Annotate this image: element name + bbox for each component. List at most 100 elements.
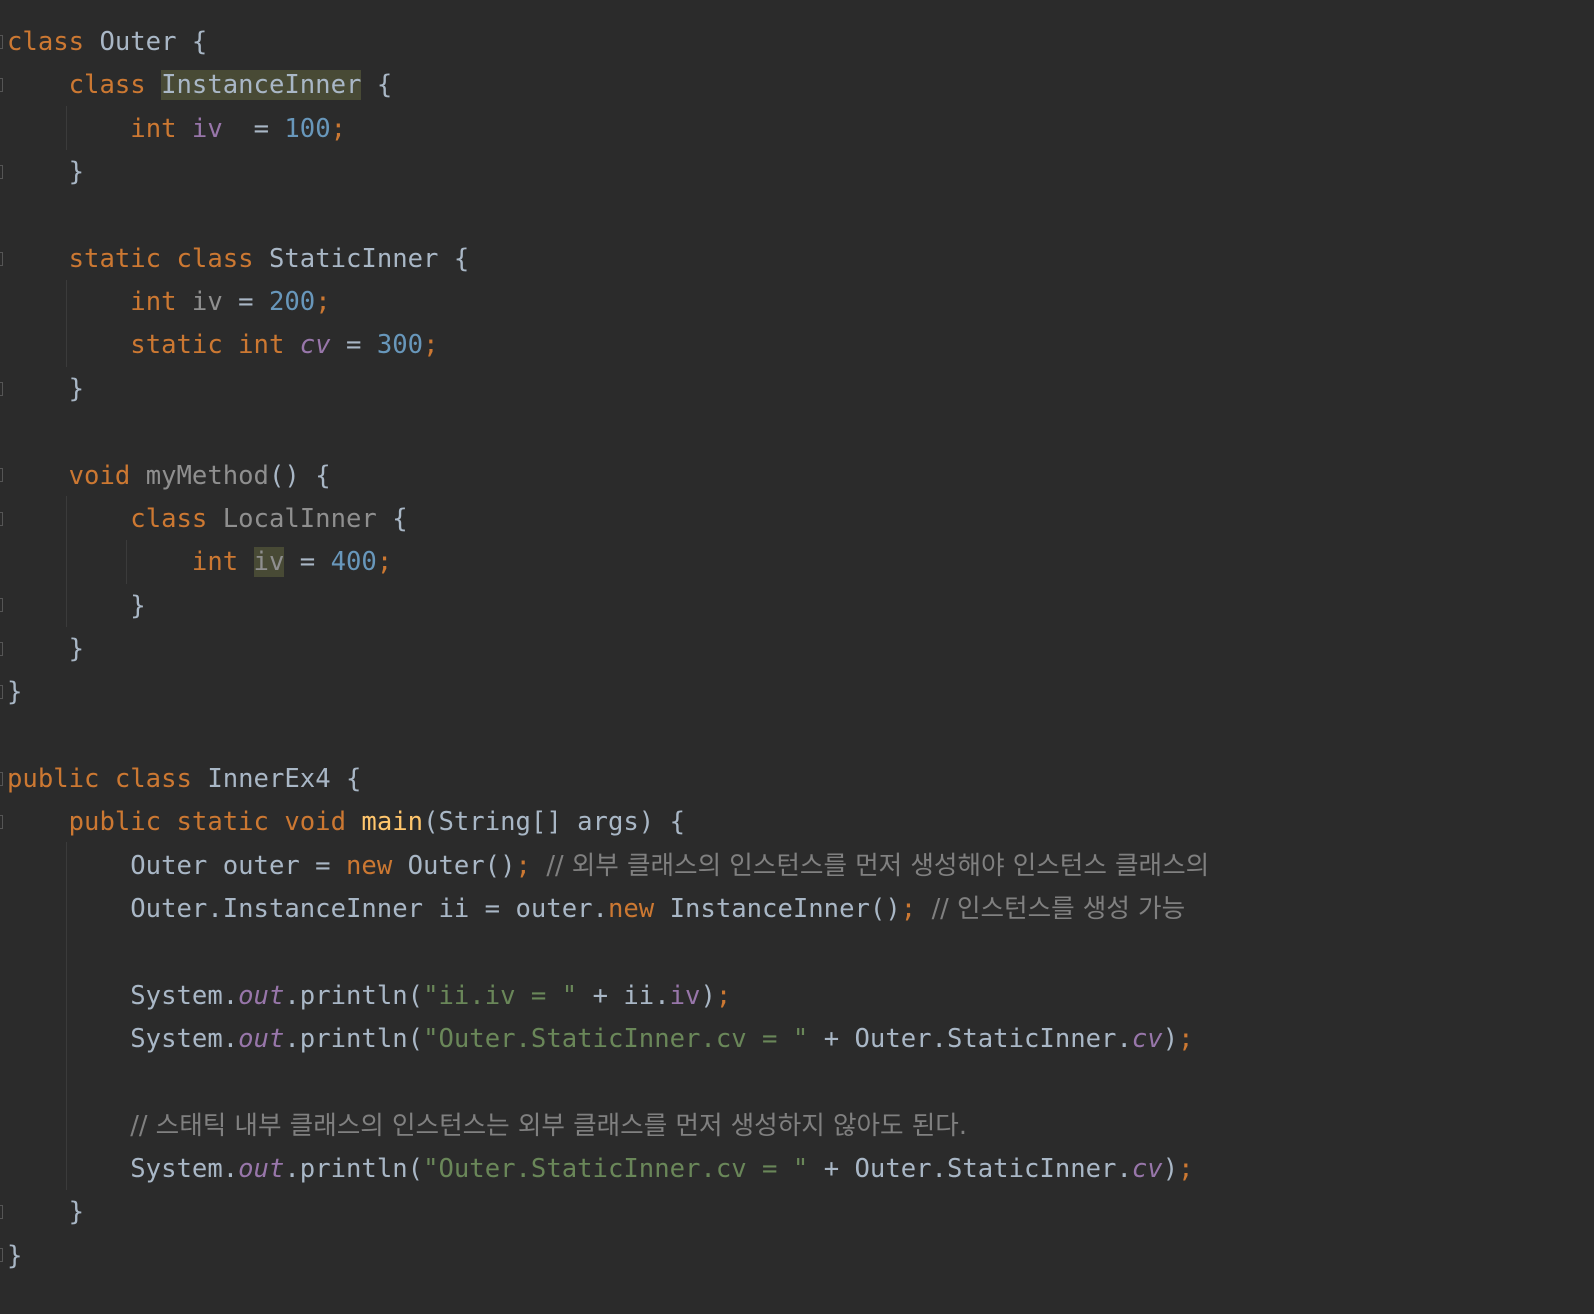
code-token: // 외부 클래스의 인스턴스를 먼저 생성해야 인스턴스 클래스의 [546, 851, 1210, 881]
code-token: InstanceInner [161, 70, 362, 100]
code-token: static class [68, 244, 269, 274]
code-line[interactable]: class Outer { [7, 20, 207, 64]
code-token: int [191, 547, 254, 577]
code-line[interactable]: System.out.println("ii.iv = " + ii.iv); [7, 974, 731, 1018]
fold-marker-icon[interactable] [0, 598, 3, 612]
code-token: iv [253, 547, 285, 577]
code-line[interactable]: public static void main(String[] args) { [7, 800, 685, 844]
code-token: ) [1162, 1024, 1179, 1054]
code-line[interactable]: } [7, 670, 22, 714]
code-token: Outer outer = [7, 851, 346, 881]
code-token: void [68, 461, 146, 491]
code-line[interactable]: System.out.println("Outer.StaticInner.cv… [7, 1147, 1194, 1191]
code-token: Outer() [407, 851, 516, 881]
code-line[interactable]: Outer.InstanceInner ii = outer.new Insta… [7, 887, 1185, 931]
fold-marker-icon[interactable] [0, 772, 3, 786]
fold-marker-icon[interactable] [0, 1205, 3, 1219]
code-token: } [7, 157, 85, 187]
code-token: 200 [268, 287, 316, 317]
code-line[interactable]: // 스태틱 내부 클래스의 인스턴스는 외부 클래스를 먼저 생성하지 않아도… [7, 1104, 967, 1148]
fold-marker-icon[interactable] [0, 35, 3, 49]
code-editor[interactable]: class Outer { class InstanceInner { int … [0, 20, 1594, 1314]
fold-marker-icon[interactable] [0, 78, 3, 92]
code-token: ; [1178, 1154, 1194, 1184]
code-token: + Outer.StaticInner. [808, 1154, 1132, 1184]
code-token: public class [7, 764, 208, 794]
code-token: = [330, 330, 377, 360]
code-token: ; [900, 894, 932, 924]
code-token: iv [669, 981, 701, 1011]
code-line[interactable]: static class StaticInner { [7, 237, 470, 281]
code-token: Outer.InstanceInner ii = outer. [7, 894, 608, 924]
code-line[interactable]: } [7, 584, 145, 628]
code-token: ; [376, 547, 393, 577]
code-token: int [130, 114, 192, 144]
code-token: System. [7, 1024, 239, 1054]
code-token: // 스태틱 내부 클래스의 인스턴스는 외부 클래스를 먼저 생성하지 않아도… [130, 1111, 967, 1141]
code-token: myMethod [145, 461, 269, 491]
fold-marker-icon[interactable] [0, 815, 3, 829]
code-token: 400 [330, 547, 377, 577]
code-token: class [68, 70, 162, 100]
code-token: new [346, 851, 408, 881]
code-token: } [7, 1241, 23, 1271]
code-token: out [238, 981, 285, 1011]
code-line[interactable]: int iv = 400; [7, 540, 392, 584]
code-token: ; [330, 114, 347, 144]
code-line[interactable]: public class InnerEx4 { [7, 757, 361, 801]
code-line[interactable]: int iv = 100; [7, 107, 346, 151]
code-token: out [238, 1024, 285, 1054]
code-line[interactable]: void myMethod() { [7, 454, 331, 498]
fold-marker-icon[interactable] [0, 685, 3, 699]
code-token: + ii. [577, 981, 670, 1011]
code-token: static int [130, 330, 300, 360]
code-token: 100 [284, 114, 331, 144]
code-token: ) [1162, 1154, 1179, 1184]
code-line[interactable]: } [7, 1190, 84, 1234]
code-token: ; [515, 851, 547, 881]
code-token: cv [1131, 1154, 1163, 1184]
code-line[interactable]: int iv = 200; [7, 280, 331, 324]
code-line[interactable]: class LocalInner { [7, 497, 407, 541]
code-token: ; [315, 287, 331, 317]
code-token: LocalInner [222, 504, 377, 534]
code-token: System. [7, 981, 239, 1011]
fold-marker-icon[interactable] [0, 382, 3, 396]
code-token: class [130, 504, 223, 534]
code-line[interactable]: System.out.println("Outer.StaticInner.cv… [7, 1017, 1194, 1061]
code-token: { [361, 70, 393, 100]
fold-marker-icon[interactable] [0, 512, 3, 526]
code-token: + Outer.StaticInner. [808, 1024, 1132, 1054]
code-token: = [222, 287, 269, 317]
code-token: (String[] args) { [423, 807, 686, 837]
code-line[interactable]: static int cv = 300; [7, 323, 438, 367]
code-token: // 인스턴스를 생성 가능 [931, 894, 1186, 924]
fold-marker-icon[interactable] [0, 252, 3, 266]
code-line[interactable]: } [7, 367, 84, 411]
code-token: InstanceInner() [669, 894, 901, 924]
fold-marker-icon[interactable] [0, 165, 3, 179]
code-token: InnerEx4 { [207, 764, 362, 794]
fold-marker-icon[interactable] [0, 1248, 3, 1262]
code-token: public static void [68, 807, 362, 837]
code-token: class [7, 27, 100, 57]
code-token: .println( [284, 1154, 424, 1184]
code-line[interactable]: } [7, 627, 84, 671]
code-token: "ii.iv = " [423, 981, 578, 1011]
code-token: } [7, 374, 85, 404]
code-line[interactable]: class InstanceInner { [7, 63, 392, 107]
fold-marker-icon[interactable] [0, 468, 3, 482]
code-token: = [284, 547, 331, 577]
code-line[interactable]: } [7, 150, 84, 194]
code-token: System. [7, 1154, 239, 1184]
code-token: 300 [376, 330, 424, 360]
code-token: ; [1178, 1024, 1194, 1054]
code-token: ) [700, 981, 716, 1011]
code-line[interactable]: } [7, 1234, 22, 1278]
fold-marker-icon[interactable] [0, 642, 3, 656]
code-line[interactable]: Outer outer = new Outer(); // 외부 클래스의 인스… [7, 844, 1209, 888]
